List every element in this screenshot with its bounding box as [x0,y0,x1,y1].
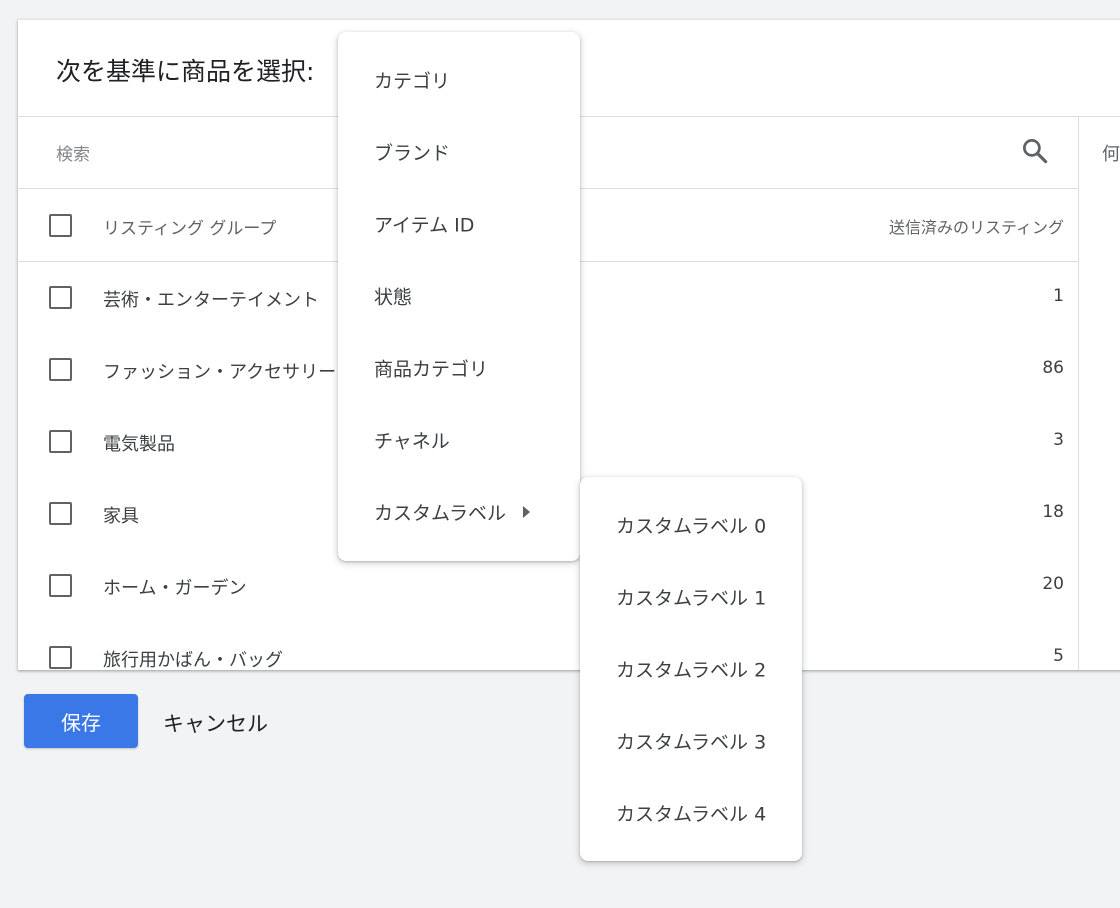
menu-item-channel[interactable]: チャネル [338,404,580,476]
menu-item-label: ブランド [374,142,451,165]
row-count: 5 [1053,646,1064,666]
submenu-item-custom-label-0[interactable]: カスタムラベル 0 [580,489,802,561]
right-column-label: 何 [1102,144,1120,165]
submenu-item-label: カスタムラベル 1 [616,587,767,610]
menu-item-label: アイテム ID [374,214,475,237]
row-count: 86 [1042,358,1064,378]
row-checkbox[interactable] [49,574,72,597]
row-label: ファッション・アクセサリー [103,362,337,383]
menu-item-label: 商品カテゴリ [374,358,489,381]
row-checkbox[interactable] [49,430,72,453]
row-label: 旅行用かばん・バッグ [103,650,283,670]
submenu-item-label: カスタムラベル 4 [616,803,767,826]
menu-item-item-id[interactable]: アイテム ID [338,188,580,260]
search-input[interactable]: 検索 [56,140,90,165]
submenu-item-label: カスタムラベル 2 [616,659,767,682]
row-count: 1 [1053,286,1064,306]
menu-item-label: カスタムラベル [374,502,507,525]
column-header-listing-group: リスティング グループ [103,219,277,239]
row-label: 家具 [103,506,139,527]
menu-item-category[interactable]: カテゴリ [338,44,580,116]
dimension-dropdown-menu: カテゴリ ブランド アイテム ID 状態 商品カテゴリ チャネル カスタムラベル [338,32,580,561]
row-checkbox[interactable] [49,646,72,669]
menu-item-label: カテゴリ [374,70,451,93]
row-label: 電気製品 [103,434,175,455]
submenu-item-custom-label-1[interactable]: カスタムラベル 1 [580,561,802,633]
row-count: 20 [1042,574,1064,594]
save-button[interactable]: 保存 [24,694,138,748]
right-column-divider [1078,117,1079,670]
submenu-item-custom-label-3[interactable]: カスタムラベル 3 [580,705,802,777]
row-checkbox[interactable] [49,358,72,381]
menu-item-condition[interactable]: 状態 [338,260,580,332]
column-header-submitted-listings: 送信済みのリスティング [888,218,1064,237]
menu-item-label: チャネル [374,430,450,453]
menu-item-brand[interactable]: ブランド [338,116,580,188]
select-all-checkbox[interactable] [49,214,72,237]
menu-item-product-category[interactable]: 商品カテゴリ [338,332,580,404]
row-count: 3 [1053,430,1064,450]
row-checkbox[interactable] [49,502,72,525]
cancel-button[interactable]: キャンセル [163,708,268,738]
submenu-item-custom-label-4[interactable]: カスタムラベル 4 [580,777,802,849]
menu-item-label: 状態 [374,286,413,309]
menu-item-custom-label[interactable]: カスタムラベル [338,476,580,548]
table-row[interactable]: 旅行用かばん・バッグ 5 [18,622,1078,670]
top-strip [0,0,1120,20]
submenu-item-label: カスタムラベル 0 [616,515,767,538]
row-label: 芸術・エンターテイメント [103,290,319,311]
search-icon[interactable] [1020,136,1050,166]
submenu-item-custom-label-2[interactable]: カスタムラベル 2 [580,633,802,705]
submenu-arrow-icon [523,506,530,518]
row-checkbox[interactable] [49,286,72,309]
submenu-item-label: カスタムラベル 3 [616,731,767,754]
row-count: 18 [1042,502,1064,522]
card-title: 次を基準に商品を選択: [56,57,315,86]
row-label: ホーム・ガーデン [103,578,247,599]
custom-label-submenu: カスタムラベル 0 カスタムラベル 1 カスタムラベル 2 カスタムラベル 3 … [580,477,802,861]
